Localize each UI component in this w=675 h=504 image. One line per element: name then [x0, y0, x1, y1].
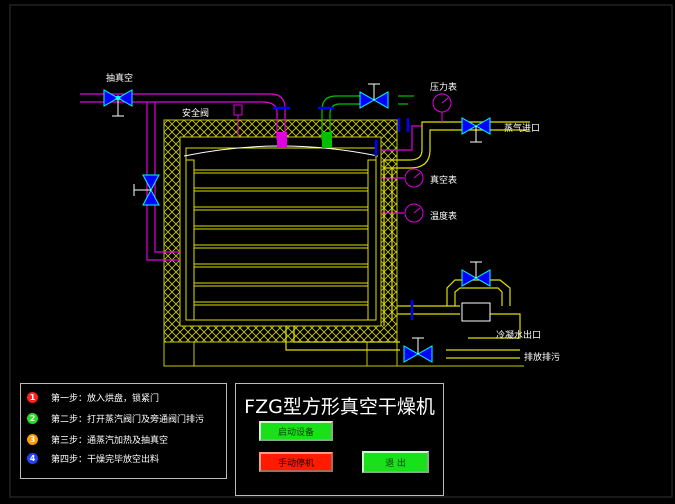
step-4: 4 第四步：干燥完毕放空出料 — [27, 451, 159, 465]
steps-panel: 1 第一步：放入烘盘，锁紧门 2 第二步：打开蒸汽阀门及旁通阀门排污 3 第三步… — [20, 383, 227, 479]
step-3-badge: 3 — [27, 433, 38, 445]
steam-trap — [461, 302, 491, 322]
step-3: 3 第三步：通蒸汽加热及抽真空 — [27, 432, 168, 446]
step-3-text: 第三步：通蒸汽加热及抽真空 — [51, 435, 169, 446]
step-4-text: 第四步：干燥完毕放空出料 — [51, 454, 160, 465]
thermometer-gauge — [404, 203, 424, 223]
label-vacuum-gauge: 真空表 — [430, 176, 458, 186]
vacuum-gauge — [404, 168, 424, 188]
step-2: 2 第二步：打开蒸汽阀门及旁通阀门排污 — [27, 411, 204, 425]
step-1-badge: 1 — [27, 391, 38, 403]
step-1: 1 第一步：放入烘盘，锁紧门 — [27, 390, 159, 404]
exit-button[interactable]: 退 出 — [362, 451, 429, 473]
label-drain: 排放排污 — [524, 353, 561, 363]
machine-title: FZG型方形真空干燥机 — [244, 396, 435, 418]
pressure-gauge — [432, 93, 452, 122]
valve-drain[interactable] — [403, 337, 433, 363]
control-panel: FZG型方形真空干燥机 启动设备 手动停机 退 出 — [235, 383, 444, 496]
manual-stop-button[interactable]: 手动停机 — [259, 452, 333, 472]
step-1-text: 第一步：放入烘盘，锁紧门 — [51, 393, 160, 404]
valve-trap-bypass[interactable] — [461, 261, 491, 287]
label-pressure-gauge: 压力表 — [430, 83, 458, 93]
label-steam-inlet: 蒸气进口 — [504, 124, 541, 134]
dryer-chamber — [163, 119, 524, 367]
step-2-badge: 2 — [27, 412, 38, 424]
valve-green-line[interactable] — [359, 83, 389, 109]
step-4-badge: 4 — [27, 452, 38, 464]
step-2-text: 第二步：打开蒸汽阀门及旁通阀门排污 — [51, 414, 205, 425]
start-button[interactable]: 启动设备 — [259, 421, 333, 441]
label-vacuum-pump: 抽真空 — [106, 74, 134, 84]
label-safety-valve: 安全阀 — [182, 109, 210, 119]
label-thermometer: 温度表 — [430, 212, 458, 222]
label-cooling-water-outlet: 冷凝水出口 — [496, 331, 542, 341]
